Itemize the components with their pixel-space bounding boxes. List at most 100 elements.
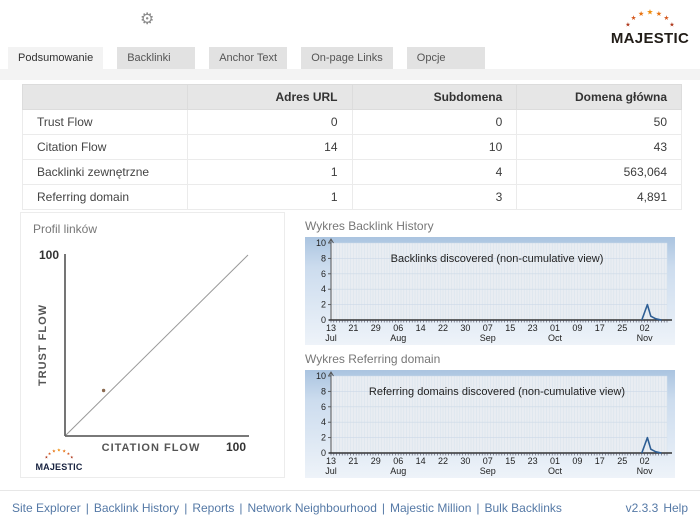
majestic-extension-popup: ⚙ ★★★★★★★ MAJESTIC Podsumowanie Backlink…	[0, 0, 700, 525]
cell-value: 3	[352, 185, 517, 210]
row-label: Backlinki zewnętrzne	[23, 160, 188, 185]
svg-text:100: 100	[39, 248, 59, 262]
cell-value: 4,891	[517, 185, 682, 210]
footer-link-site-explorer[interactable]: Site Explorer	[12, 501, 81, 515]
svg-text:★: ★	[70, 455, 74, 459]
svg-text:6: 6	[321, 402, 326, 412]
svg-text:07: 07	[483, 456, 493, 466]
svg-text:Oct: Oct	[548, 333, 563, 343]
svg-text:2: 2	[321, 300, 326, 310]
svg-text:Aug: Aug	[390, 466, 406, 476]
cell-value: 0	[187, 110, 352, 135]
svg-text:CITATION FLOW: CITATION FLOW	[102, 442, 201, 454]
svg-text:09: 09	[572, 456, 582, 466]
link-profile-title: Profil linków	[33, 222, 97, 236]
footer-link-reports[interactable]: Reports	[192, 501, 234, 515]
svg-text:21: 21	[348, 323, 358, 333]
svg-text:4: 4	[321, 417, 326, 427]
cell-value: 50	[517, 110, 682, 135]
row-label: Trust Flow	[23, 110, 188, 135]
separator: |	[239, 501, 242, 515]
referring-domain-chart-title: Wykres Referring domain	[305, 352, 440, 366]
svg-text:30: 30	[460, 323, 470, 333]
cell-value: 14	[187, 135, 352, 160]
svg-text:★: ★	[663, 14, 669, 22]
cell-value: 563,064	[517, 160, 682, 185]
column-header-domena-glowna: Domena główna	[517, 85, 682, 110]
svg-text:2: 2	[321, 433, 326, 443]
backlink-history-chart: 0246810132129061422300715230109172502Jul…	[305, 237, 675, 345]
trust-citation-flow-chart: 100 TRUST FLOW CITATION FLOW 100	[29, 243, 277, 455]
svg-text:100: 100	[226, 440, 246, 454]
table-row-citation-flow: Citation Flow 14 10 43	[23, 135, 682, 160]
footer-link-network-neighbourhood[interactable]: Network Neighbourhood	[247, 501, 376, 515]
svg-text:06: 06	[393, 323, 403, 333]
majestic-logo[interactable]: ★★★★★★★ MAJESTIC	[608, 4, 692, 47]
majestic-logo-text: MAJESTIC	[608, 30, 692, 47]
svg-text:TRUST FLOW: TRUST FLOW	[37, 304, 49, 386]
svg-text:Jul: Jul	[325, 333, 337, 343]
svg-text:8: 8	[321, 253, 326, 263]
svg-text:Nov: Nov	[637, 466, 654, 476]
cell-value: 4	[352, 160, 517, 185]
svg-text:★: ★	[45, 455, 49, 459]
svg-text:07: 07	[483, 323, 493, 333]
svg-text:14: 14	[416, 323, 426, 333]
svg-text:30: 30	[460, 456, 470, 466]
svg-text:25: 25	[617, 456, 627, 466]
svg-text:23: 23	[528, 456, 538, 466]
summary-table-header-row: Adres URL Subdomena Domena główna	[23, 85, 682, 110]
summary-table: Adres URL Subdomena Domena główna Trust …	[22, 84, 682, 210]
svg-text:02: 02	[640, 323, 650, 333]
table-row-trust-flow: Trust Flow 0 0 50	[23, 110, 682, 135]
svg-text:02: 02	[640, 456, 650, 466]
cell-value: 1	[187, 160, 352, 185]
svg-text:23: 23	[528, 323, 538, 333]
svg-text:06: 06	[393, 456, 403, 466]
svg-text:Sep: Sep	[480, 466, 496, 476]
svg-text:22: 22	[438, 456, 448, 466]
svg-text:Aug: Aug	[390, 333, 406, 343]
footer-link-majestic-million[interactable]: Majestic Million	[390, 501, 471, 515]
svg-text:8: 8	[321, 386, 326, 396]
svg-text:★: ★	[62, 449, 66, 454]
footer-link-backlink-history[interactable]: Backlink History	[94, 501, 179, 515]
tab-content-strip	[0, 69, 700, 80]
svg-text:★: ★	[669, 21, 674, 28]
svg-text:25: 25	[617, 323, 627, 333]
version-label: v2.3.3	[626, 501, 659, 515]
column-header-subdomena: Subdomena	[352, 85, 517, 110]
svg-text:Sep: Sep	[480, 333, 496, 343]
separator: |	[86, 501, 89, 515]
separator: |	[184, 501, 187, 515]
help-link[interactable]: Help	[663, 501, 688, 515]
svg-text:10: 10	[316, 371, 326, 381]
svg-text:Oct: Oct	[548, 466, 563, 476]
svg-text:★: ★	[656, 10, 662, 18]
majestic-mini-logo: ★★★★★★★ MAJESTIC	[31, 446, 87, 472]
column-header-adres-url: Adres URL	[187, 85, 352, 110]
svg-text:22: 22	[438, 323, 448, 333]
svg-text:Jul: Jul	[325, 466, 337, 476]
svg-text:17: 17	[595, 456, 605, 466]
gear-icon[interactable]: ⚙	[140, 9, 154, 29]
cell-value: 43	[517, 135, 682, 160]
majestic-stars-arc-icon: ★★★★★★★	[610, 4, 690, 28]
footer-links: Site Explorer | Backlink History | Reports | N…	[12, 501, 562, 515]
cell-value: 10	[352, 135, 517, 160]
footer-link-bulk-backlinks[interactable]: Bulk Backlinks	[485, 501, 562, 515]
svg-text:Referring domains discovered (: Referring domains discovered (non-cumula…	[369, 386, 625, 398]
svg-text:15: 15	[505, 456, 515, 466]
footer: Site Explorer | Backlink History | Reports | N…	[0, 490, 700, 525]
svg-text:Nov: Nov	[637, 333, 654, 343]
row-label: Citation Flow	[23, 135, 188, 160]
row-label: Referring domain	[23, 185, 188, 210]
svg-text:14: 14	[416, 456, 426, 466]
link-profile-panel: Profil linków 100 TRUST FLOW CITATION FLOW…	[20, 212, 285, 478]
svg-text:13: 13	[326, 323, 336, 333]
svg-text:4: 4	[321, 284, 326, 294]
svg-text:6: 6	[321, 269, 326, 279]
separator: |	[382, 501, 385, 515]
svg-text:29: 29	[371, 456, 381, 466]
table-row-backlinki-zewnetrzne: Backlinki zewnętrzne 1 4 563,064	[23, 160, 682, 185]
